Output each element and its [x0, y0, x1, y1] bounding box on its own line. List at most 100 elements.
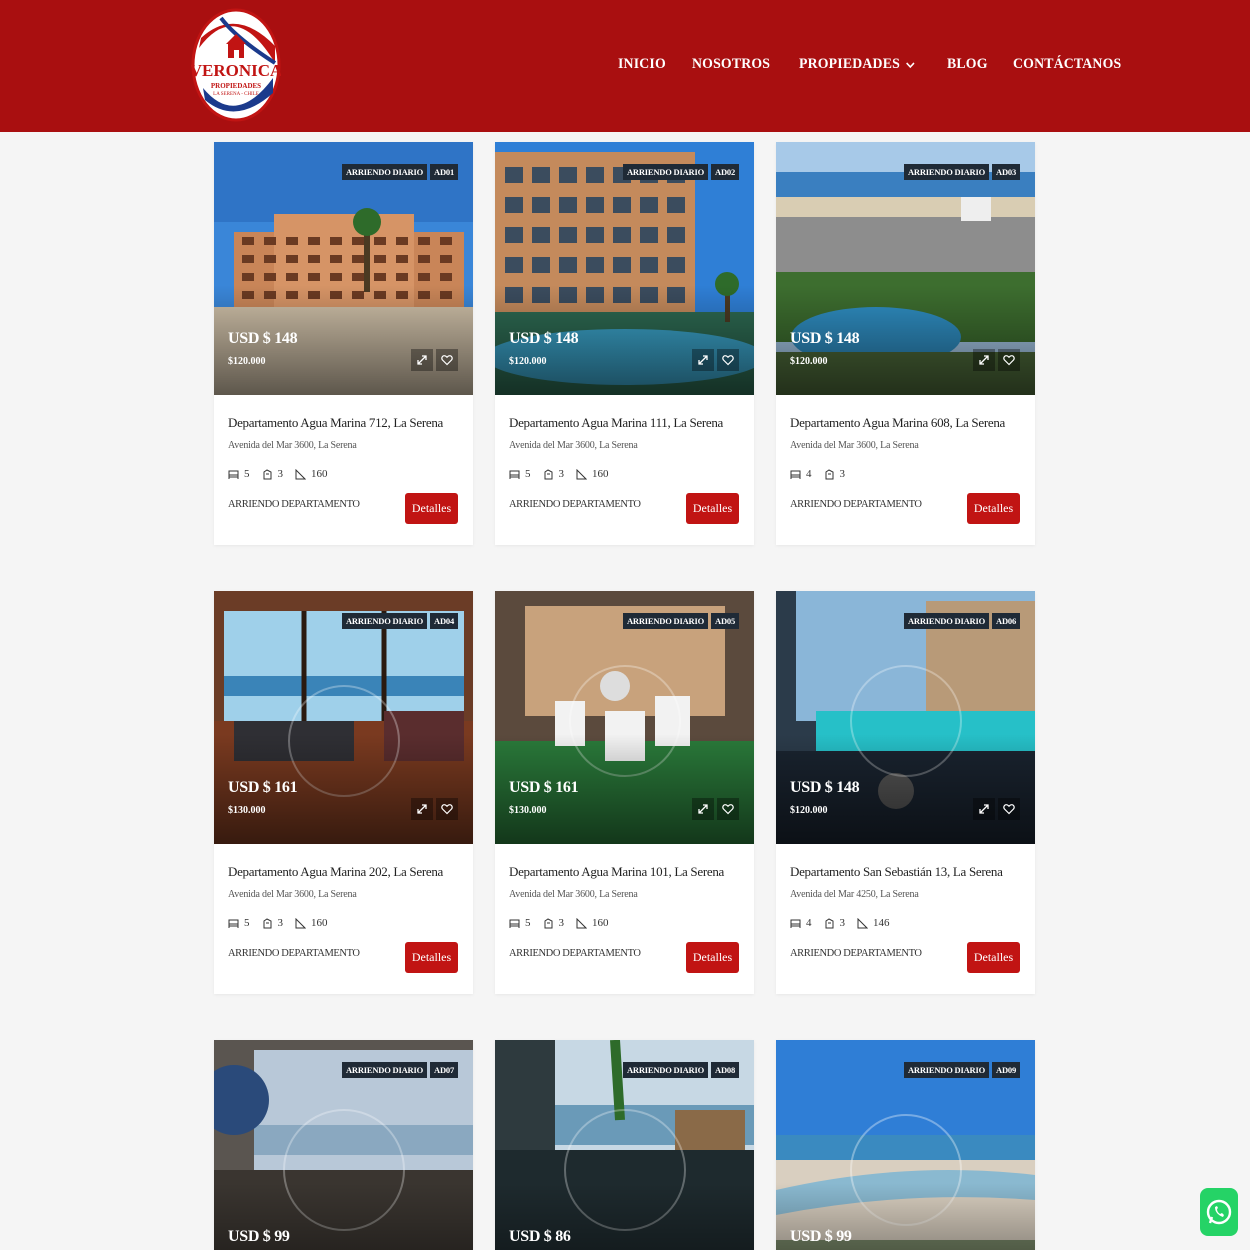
expand-button[interactable]: [411, 798, 433, 820]
area-icon: [295, 468, 306, 479]
rental-type-badge: ARRIENDO DIARIO: [341, 1062, 428, 1078]
price-clp: $130.000: [228, 805, 266, 816]
bed-icon: [228, 919, 239, 928]
bed-icon: [509, 919, 520, 928]
favorite-button[interactable]: [717, 349, 739, 371]
favorite-button[interactable]: [717, 798, 739, 820]
area: 160: [295, 468, 328, 480]
property-type: ARRIENDO DEPARTAMENTO: [509, 499, 641, 510]
property-photo[interactable]: ARRIENDO DIARIO AD09 USD $ 99: [776, 1040, 1035, 1250]
property-photo[interactable]: ARRIENDO DIARIO AD07 USD $ 99: [214, 1040, 473, 1250]
expand-button[interactable]: [411, 349, 433, 371]
expand-button[interactable]: [692, 349, 714, 371]
bed-icon: [228, 470, 239, 479]
property-photo[interactable]: ARRIENDO DIARIO AD03 USD $ 148 $120.000: [776, 142, 1035, 395]
chevron-down-icon: [905, 61, 915, 68]
property-photo[interactable]: ARRIENDO DIARIO AD08 USD $ 86: [495, 1040, 754, 1250]
property-title[interactable]: Departamento Agua Marina 712, La Serena: [228, 415, 459, 431]
area-icon: [857, 917, 868, 928]
details-button[interactable]: Detalles: [686, 493, 739, 524]
bathrooms: 3: [262, 917, 283, 929]
bathrooms: 3: [543, 917, 564, 929]
bathrooms-value: 3: [277, 468, 284, 480]
property-address: Avenida del Mar 3600, La Serena: [228, 889, 357, 900]
expand-icon: [698, 804, 708, 814]
badge-group: ARRIENDO DIARIO AD08: [622, 1062, 739, 1078]
expand-button[interactable]: [973, 349, 995, 371]
price-usd: USD $ 86: [509, 1228, 571, 1245]
price-usd: USD $ 148: [790, 779, 860, 796]
nav-propiedades-label: PROPIEDADES: [799, 56, 900, 72]
rental-type-badge: ARRIENDO DIARIO: [622, 1062, 709, 1078]
property-card[interactable]: ARRIENDO DIARIO AD07 USD $ 99: [214, 1040, 473, 1250]
property-card[interactable]: ARRIENDO DIARIO AD03 USD $ 148 $120.000 …: [776, 142, 1035, 545]
bed-icon: [509, 470, 520, 479]
favorite-button[interactable]: [998, 349, 1020, 371]
property-card[interactable]: ARRIENDO DIARIO AD04 USD $ 161 $130.000 …: [214, 591, 473, 994]
bedrooms-value: 4: [806, 917, 812, 929]
heart-icon: [722, 804, 734, 815]
bath-icon: [263, 917, 271, 928]
property-title[interactable]: Departamento Agua Marina 202, La Serena: [228, 864, 459, 880]
whatsapp-button[interactable]: [1200, 1188, 1238, 1236]
nav-contactanos[interactable]: CONTÁCTANOS: [1013, 56, 1121, 73]
area-icon: [295, 917, 306, 928]
badge-group: ARRIENDO DIARIO AD07: [341, 1062, 458, 1078]
details-button[interactable]: Detalles: [686, 942, 739, 973]
property-photo[interactable]: ARRIENDO DIARIO AD01 USD $ 148 $120.000: [214, 142, 473, 395]
property-photo[interactable]: ARRIENDO DIARIO AD04 USD $ 161 $130.000: [214, 591, 473, 844]
property-card[interactable]: ARRIENDO DIARIO AD02 USD $ 148 $120.000 …: [495, 142, 754, 545]
favorite-button[interactable]: [436, 349, 458, 371]
property-title[interactable]: Departamento Agua Marina 101, La Serena: [509, 864, 740, 880]
property-title[interactable]: Departamento Agua Marina 111, La Serena: [509, 415, 740, 431]
bedrooms-value: 4: [806, 468, 812, 480]
nav-inicio[interactable]: INICIO: [618, 56, 666, 73]
property-title[interactable]: Departamento Agua Marina 608, La Serena: [790, 415, 1021, 431]
details-button[interactable]: Detalles: [967, 493, 1020, 524]
property-card[interactable]: ARRIENDO DIARIO AD01 USD $ 148 $120.000 …: [214, 142, 473, 545]
card-body: Departamento Agua Marina 608, La Serena …: [776, 395, 1035, 545]
property-address: Avenida del Mar 3600, La Serena: [228, 440, 357, 451]
bed-icon: [790, 919, 801, 928]
bedrooms: 5: [228, 468, 250, 480]
property-card[interactable]: ARRIENDO DIARIO AD08 USD $ 86: [495, 1040, 754, 1250]
details-button[interactable]: Detalles: [967, 942, 1020, 973]
price-usd: USD $ 161: [228, 779, 298, 796]
property-title[interactable]: Departamento San Sebastián 13, La Serena: [790, 864, 1021, 880]
nav-blog-label: BLOG: [946, 56, 988, 72]
rental-type-badge: ARRIENDO DIARIO: [622, 164, 709, 180]
property-code-badge: AD05: [711, 613, 739, 629]
property-type: ARRIENDO DEPARTAMENTO: [509, 948, 641, 959]
property-photo[interactable]: ARRIENDO DIARIO AD02 USD $ 148 $120.000: [495, 142, 754, 395]
heart-icon: [441, 355, 453, 366]
bath-icon: [825, 917, 833, 928]
bathrooms: 3: [824, 917, 845, 929]
expand-button[interactable]: [692, 798, 714, 820]
area-icon: [576, 917, 587, 928]
bathrooms-value: 3: [839, 468, 846, 480]
favorite-button[interactable]: [998, 798, 1020, 820]
bath-icon: [544, 917, 552, 928]
nav-blog[interactable]: BLOG: [947, 56, 988, 73]
favorite-button[interactable]: [436, 798, 458, 820]
price-usd: USD $ 99: [228, 1228, 290, 1245]
expand-button[interactable]: [973, 798, 995, 820]
price-usd: USD $ 148: [509, 330, 579, 347]
heart-icon: [1003, 355, 1015, 366]
expand-icon: [979, 804, 989, 814]
property-card[interactable]: ARRIENDO DIARIO AD05 USD $ 161 $130.000 …: [495, 591, 754, 994]
details-button[interactable]: Detalles: [405, 493, 458, 524]
property-code-badge: AD02: [711, 164, 739, 180]
property-photo[interactable]: ARRIENDO DIARIO AD05 USD $ 161 $130.000: [495, 591, 754, 844]
area: 160: [295, 917, 328, 929]
property-code-badge: AD06: [992, 613, 1020, 629]
property-card[interactable]: ARRIENDO DIARIO AD09 USD $ 99: [776, 1040, 1035, 1250]
property-photo[interactable]: ARRIENDO DIARIO AD06 USD $ 148 $120.000: [776, 591, 1035, 844]
nav-propiedades[interactable]: PROPIEDADES: [799, 56, 915, 73]
property-card[interactable]: ARRIENDO DIARIO AD06 USD $ 148 $120.000 …: [776, 591, 1035, 994]
bedrooms-value: 5: [244, 917, 250, 929]
veronica-logo[interactable]: VERONICA PROPIEDADES LA SERENA - CHILE: [191, 8, 281, 122]
heart-icon: [722, 355, 734, 366]
details-button[interactable]: Detalles: [405, 942, 458, 973]
nav-nosotros[interactable]: NOSOTROS: [692, 56, 770, 73]
